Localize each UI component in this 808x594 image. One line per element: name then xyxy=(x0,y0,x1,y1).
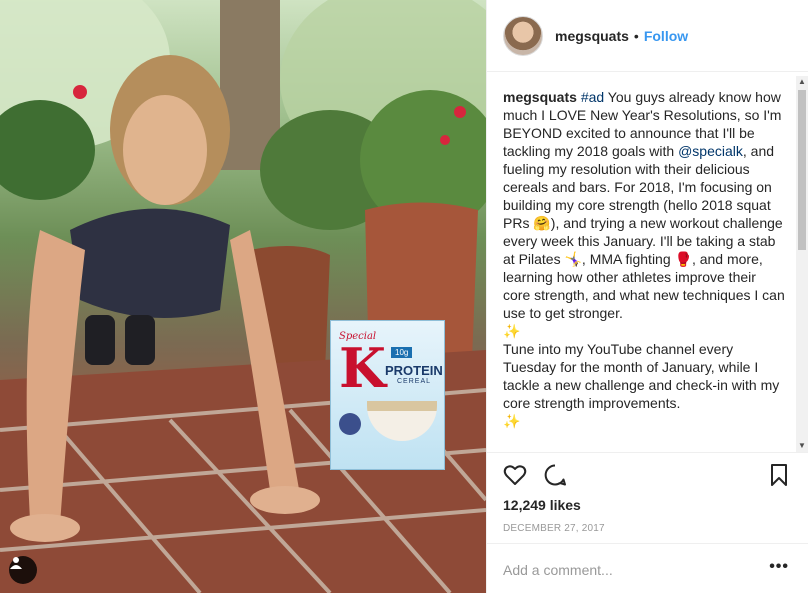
header-separator: • xyxy=(633,27,639,44)
header-username[interactable]: megsquats xyxy=(555,28,629,44)
caption-text-part4: , MMA fighting xyxy=(581,251,675,267)
like-count[interactable]: 12,249 likes xyxy=(503,497,581,513)
post-header: megsquats • Follow xyxy=(487,0,808,72)
box-badge: 10g xyxy=(391,347,413,358)
box-logo: K xyxy=(339,336,386,400)
box-product-name: PROTEIN xyxy=(385,363,443,378)
scroll-up-arrow-icon[interactable]: ▲ xyxy=(796,76,808,88)
post-photo[interactable]: Special K 10g PROTEIN CEREAL xyxy=(0,0,486,593)
post-actions: 12,249 likes DECEMBER 27, 2017 Add a com… xyxy=(487,452,808,593)
post-date[interactable]: DECEMBER 27, 2017 xyxy=(503,523,605,534)
action-row xyxy=(503,463,793,487)
caption-text: megsquats #ad You guys already know how … xyxy=(503,88,787,430)
follow-button[interactable]: Follow xyxy=(644,28,688,44)
cereal-box: Special K 10g PROTEIN CEREAL xyxy=(330,320,445,470)
caption-scroll-area[interactable]: megsquats #ad You guys already know how … xyxy=(487,72,808,452)
caption-username[interactable]: megsquats xyxy=(503,89,577,105)
caption-scrollbar[interactable]: ▲ ▼ xyxy=(796,76,808,452)
boxing-glove-emoji: 🥊 xyxy=(674,251,692,267)
bookmark-icon[interactable] xyxy=(767,463,791,487)
sparkle-emoji-2: ✨ xyxy=(503,413,521,429)
caption-hashtag[interactable]: #ad xyxy=(581,89,604,105)
photo-illustration xyxy=(0,0,486,593)
more-options-icon[interactable]: ••• xyxy=(769,558,789,576)
post-details-panel: megsquats • Follow megsquats #ad You guy… xyxy=(486,0,808,593)
comment-bar: Add a comment... ••• xyxy=(487,543,808,594)
comment-input[interactable]: Add a comment... xyxy=(503,562,613,578)
berries-image xyxy=(339,413,361,435)
pilates-emoji: 🤸‍♀️ xyxy=(564,251,582,267)
user-tag-button[interactable] xyxy=(9,556,37,584)
sparkle-emoji: ✨ xyxy=(503,323,521,339)
scrollbar-thumb[interactable] xyxy=(798,90,806,250)
box-product-subname: CEREAL xyxy=(397,378,432,385)
scroll-down-arrow-icon[interactable]: ▼ xyxy=(796,440,808,452)
heart-icon[interactable] xyxy=(503,463,527,487)
caption-mention[interactable]: @specialk xyxy=(678,143,743,159)
comment-icon[interactable] xyxy=(543,463,567,487)
avatar[interactable] xyxy=(503,15,543,56)
user-tag-icon xyxy=(10,557,22,569)
cereal-bowl-image xyxy=(367,401,437,441)
hugging-emoji: 🤗 xyxy=(533,215,551,231)
caption-text-part6: Tune into my YouTube channel every Tuesd… xyxy=(503,341,780,411)
